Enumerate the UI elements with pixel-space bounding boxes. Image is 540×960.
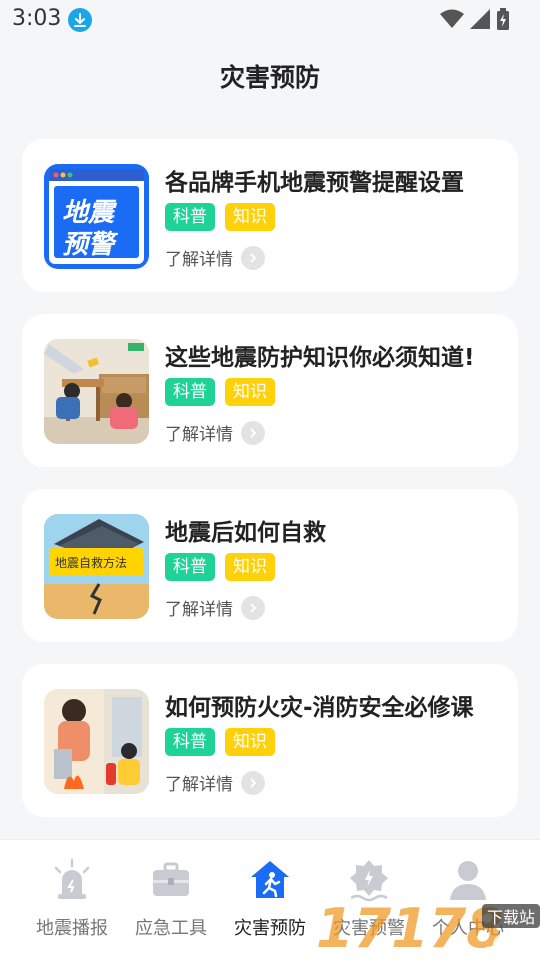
page-title: 灾害预防 bbox=[219, 63, 320, 92]
signal-icon bbox=[470, 9, 490, 29]
tag-knowledge: 知识 bbox=[225, 728, 275, 756]
status-bar: 3:03 bbox=[0, 0, 540, 38]
tag-science: 科普 bbox=[165, 203, 215, 231]
tag-knowledge: 知识 bbox=[225, 553, 275, 581]
house-running-person-icon bbox=[251, 861, 289, 898]
chevron-right-icon bbox=[241, 420, 265, 445]
article-card-fire-prevention[interactable]: 如何预防火灾-消防安全必修课 科普 知识 了解详情 bbox=[22, 664, 518, 817]
tag-knowledge: 知识 bbox=[225, 203, 275, 231]
tag-science: 科普 bbox=[165, 378, 215, 406]
learn-more-link[interactable]: 了解详情 bbox=[165, 420, 265, 445]
tag-science: 科普 bbox=[165, 553, 215, 581]
thumbnail-caption-line: 预警 bbox=[62, 230, 115, 260]
watermark-badge: 下载站 bbox=[482, 904, 540, 928]
article-thumbnail: 地震 预警 bbox=[44, 164, 149, 269]
thumbnail-caption: 地震自救方法 bbox=[55, 556, 128, 570]
article-card-earthquake-alert-settings[interactable]: 地震 预警 各品牌手机地震预警提醒设置 科普 知识 了解详情 bbox=[22, 139, 518, 292]
article-title: 如何预防火灾-消防安全必修课 bbox=[165, 695, 474, 721]
article-thumbnail bbox=[44, 339, 149, 444]
chevron-right-icon bbox=[241, 595, 265, 620]
download-icon bbox=[68, 8, 92, 32]
warning-gear-icon bbox=[350, 860, 388, 902]
learn-more-link[interactable]: 了解详情 bbox=[165, 595, 265, 620]
article-thumbnail: 地震自救方法 bbox=[44, 514, 149, 619]
tag-knowledge: 知识 bbox=[225, 378, 275, 406]
article-title: 地震后如何自救 bbox=[165, 520, 326, 546]
learn-more-label: 了解详情 bbox=[165, 600, 233, 620]
article-card-earthquake-protection[interactable]: 这些地震防护知识你必须知道! 科普 知识 了解详情 bbox=[22, 314, 518, 467]
watermark-domain: .COM bbox=[484, 932, 540, 957]
tab-earthquake-broadcast[interactable]: 地震播报 bbox=[18, 858, 126, 940]
alarm-light-icon bbox=[54, 858, 90, 899]
article-title: 这些地震防护知识你必须知道! bbox=[165, 345, 475, 371]
chevron-right-icon bbox=[241, 770, 265, 795]
status-time: 3:03 bbox=[12, 6, 62, 31]
article-thumbnail bbox=[44, 689, 149, 794]
learn-more-link[interactable]: 了解详情 bbox=[165, 245, 265, 270]
learn-more-label: 了解详情 bbox=[165, 775, 233, 795]
tab-disaster-prevention[interactable]: 灾害预防 bbox=[216, 858, 324, 940]
toolbox-icon bbox=[153, 862, 189, 896]
wifi-icon bbox=[440, 9, 464, 28]
learn-more-label: 了解详情 bbox=[165, 425, 233, 445]
article-card-post-earthquake-self-rescue[interactable]: 地震自救方法 地震后如何自救 科普 知识 了解详情 bbox=[22, 489, 518, 642]
learn-more-label: 了解详情 bbox=[165, 250, 233, 270]
battery-icon bbox=[497, 8, 509, 30]
learn-more-link[interactable]: 了解详情 bbox=[165, 770, 265, 795]
tab-label: 地震播报 bbox=[36, 918, 108, 939]
chevron-right-icon bbox=[241, 245, 265, 270]
watermark-logo: 17178 .COM 下载站 bbox=[316, 898, 540, 960]
article-title: 各品牌手机地震预警提醒设置 bbox=[165, 170, 464, 196]
tag-science: 科普 bbox=[165, 728, 215, 756]
user-icon bbox=[450, 861, 486, 900]
tab-label: 灾害预防 bbox=[234, 918, 306, 939]
tab-label: 应急工具 bbox=[135, 918, 207, 939]
tab-emergency-tools[interactable]: 应急工具 bbox=[117, 858, 225, 940]
watermark-brand: 17178 bbox=[316, 897, 504, 960]
